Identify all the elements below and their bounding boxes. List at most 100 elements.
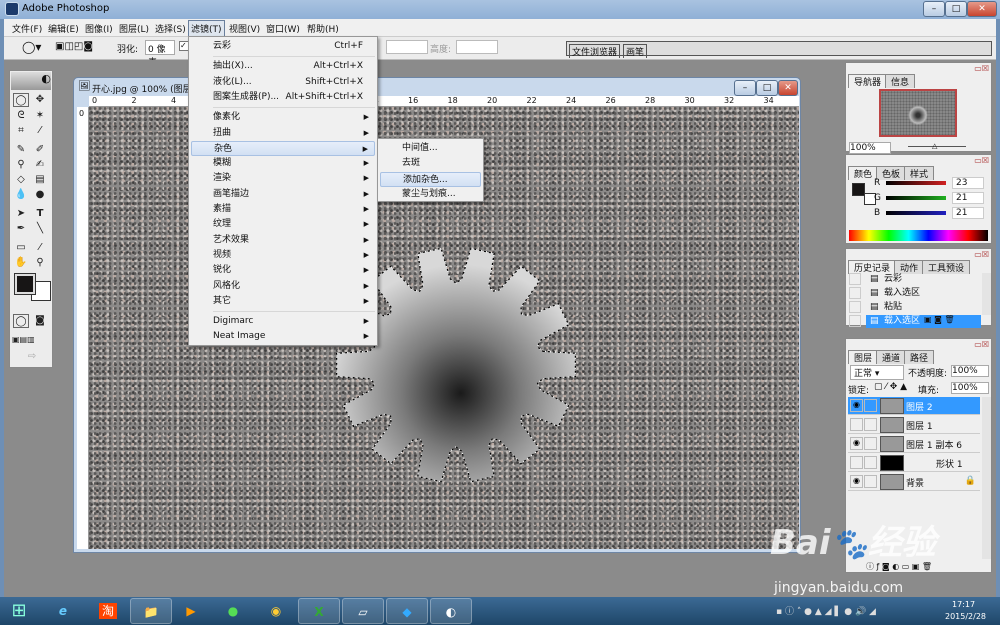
pen-tool[interactable]: ✒ [13,222,29,236]
tab-file-browser[interactable]: 文件浏览器 [569,44,621,58]
panel-close-icon[interactable]: ▭☒ [974,156,989,165]
doc-minimize-button[interactable]: – [734,80,756,96]
panel-close-icon[interactable]: ▭☒ [974,250,989,259]
menu-help[interactable]: 帮助(H) [307,22,339,35]
panel-close-icon[interactable]: ▭☒ [974,340,989,349]
channel-slider[interactable] [886,211,946,215]
blur-tool[interactable]: 💧 [13,188,29,202]
ruler-vertical[interactable]: 0 [77,107,89,549]
channel-value-input[interactable]: 21 [952,192,984,204]
doc-close-button[interactable]: ✕ [778,80,798,96]
menu-window[interactable]: 窗口(W) [266,22,300,35]
layers-scrollbar[interactable] [982,397,991,559]
history-checkbox[interactable] [849,273,861,285]
standard-mode-icon[interactable]: ◯ [13,314,29,328]
filter-menu-item[interactable]: 液化(L)... Shift+Ctrl+X [191,75,375,90]
eye-icon[interactable]: ◉ [850,475,863,488]
history-item[interactable]: ▤ 云彩 [866,273,981,286]
menu-image[interactable]: 图像(I) [85,22,113,35]
line-tool[interactable]: ╲ [32,222,48,236]
link-box[interactable] [864,399,877,412]
eraser-tool[interactable]: ◇ [13,173,29,187]
gradient-tool[interactable]: ▤ [32,173,48,187]
path-selection-tool[interactable]: ➤ [13,207,29,221]
channel-value-input[interactable]: 23 [952,177,984,189]
clock-time[interactable]: 17:17 [952,600,975,609]
taskbar-media-icon[interactable]: ▶ [170,598,212,624]
channel-value-input[interactable]: 21 [952,207,984,219]
link-box[interactable] [864,437,877,450]
filter-menu-item[interactable]: 纹理 ▶ [191,217,375,232]
filter-menu-item[interactable]: 抽出(X)... Alt+Ctrl+X [191,59,375,74]
notes-tool[interactable]: ▭ [13,241,29,255]
history-item[interactable]: ▤ 载入选区 [866,287,981,300]
eye-icon[interactable]: ◉ [850,399,863,412]
start-button[interactable]: ⊞ [3,598,35,624]
tab-info[interactable]: 信息 [885,74,916,88]
zoom-tool[interactable]: ⚲ [32,256,48,270]
menu-file[interactable]: 文件(F) [12,22,42,35]
blend-mode-select[interactable]: 正常 ▾ [850,365,904,380]
eye-icon[interactable] [850,456,863,469]
dodge-tool[interactable]: ● [32,188,48,202]
brush-tool[interactable]: ✐ [32,143,48,157]
filter-menu-item[interactable]: 渲染 ▶ [191,171,375,186]
filter-menu-item[interactable]: 其它 ▶ [191,294,375,309]
height-input[interactable] [456,40,498,54]
menu-edit[interactable]: 编辑(E) [48,22,79,35]
taskbar-360-icon[interactable]: ● [212,598,254,624]
filter-menu-item[interactable]: 视频 ▶ [191,248,375,263]
feather-input[interactable]: 0 像素 [145,40,175,68]
filter-menu-item[interactable]: 艺术效果 ▶ [191,233,375,248]
clock-date[interactable]: 2015/2/28 [945,612,986,621]
history-checkbox[interactable] [849,287,861,299]
adobe-feather-logo[interactable]: ◐ [11,72,51,90]
layer-row[interactable]: ◉ 图层 2 [848,397,980,415]
tab-channels[interactable]: 通道 [876,350,907,364]
lasso-tool[interactable]: ᘓ [13,109,29,123]
tab-paths[interactable]: 路径 [904,350,935,364]
eye-icon[interactable] [850,418,863,431]
link-box[interactable] [864,456,877,469]
noise-menu-item[interactable]: 蒙尘与划痕... [380,187,481,202]
filter-menu-item[interactable]: 扭曲 ▶ [191,126,375,141]
doc-maximize-button[interactable]: □ [756,80,778,96]
channel-slider[interactable] [886,196,946,200]
crop-tool[interactable]: ⌗ [13,124,29,138]
tab-swatches[interactable]: 色板 [876,166,907,180]
filter-menu-item[interactable]: Neat Image ▶ [191,329,375,344]
eyedropper-tool[interactable]: ⁄ [32,241,48,255]
layer-row[interactable]: 图层 1 [848,416,980,434]
lock-icons[interactable]: ▢ ⁄ ✥ ▲ [874,382,907,392]
taskbar-chrome-icon[interactable]: ◉ [255,598,297,624]
navigator-thumbnail[interactable] [879,89,957,137]
navigator-zoom[interactable]: 100% [849,142,891,154]
tab-history[interactable]: 历史记录 [848,260,897,274]
menu-layer[interactable]: 图层(L) [119,22,149,35]
magic-wand-tool[interactable]: ✶ [32,109,48,123]
history-checkbox[interactable] [849,315,861,327]
history-item[interactable]: ▤ 粘贴 [866,301,981,314]
filter-menu-item[interactable]: 模糊 ▶ [191,156,375,171]
color-ramp[interactable] [849,230,988,241]
channel-slider[interactable] [886,181,946,185]
filter-menu-item[interactable]: 云彩 Ctrl+F [191,39,375,54]
healing-brush-tool[interactable]: ✎ [13,143,29,157]
layer-row[interactable]: ◉ 背景 🔒 [848,473,980,491]
tab-tool-presets[interactable]: 工具预设 [922,260,971,274]
filter-menu-item[interactable]: 图案生成器(P)... Alt+Shift+Ctrl+X [191,90,375,105]
taskbar-notes-icon[interactable]: ▱ [342,598,384,624]
slider-thumb[interactable]: △ [932,142,937,150]
slice-tool[interactable]: ⁄ [32,124,48,138]
filter-menu-item[interactable]: 杂色 ▶ [191,140,375,156]
filter-menu-item[interactable]: 画笔描边 ▶ [191,187,375,202]
selection-mode-icons[interactable]: ▣◫◰◙ [55,41,93,52]
taskbar-taobao-icon[interactable]: 淘 [87,598,129,624]
layer-row[interactable]: 形状 1 [848,454,980,472]
tab-actions[interactable]: 动作 [894,260,925,274]
taskbar-photoshop-icon[interactable]: ◐ [430,598,472,624]
tab-navigator[interactable]: 导航器 [848,74,888,88]
noise-menu-item[interactable]: 添加杂色... [380,171,481,187]
opacity-input[interactable]: 100% [951,365,989,377]
ellipse-marquee-icon[interactable]: ◯▾ [22,40,41,54]
